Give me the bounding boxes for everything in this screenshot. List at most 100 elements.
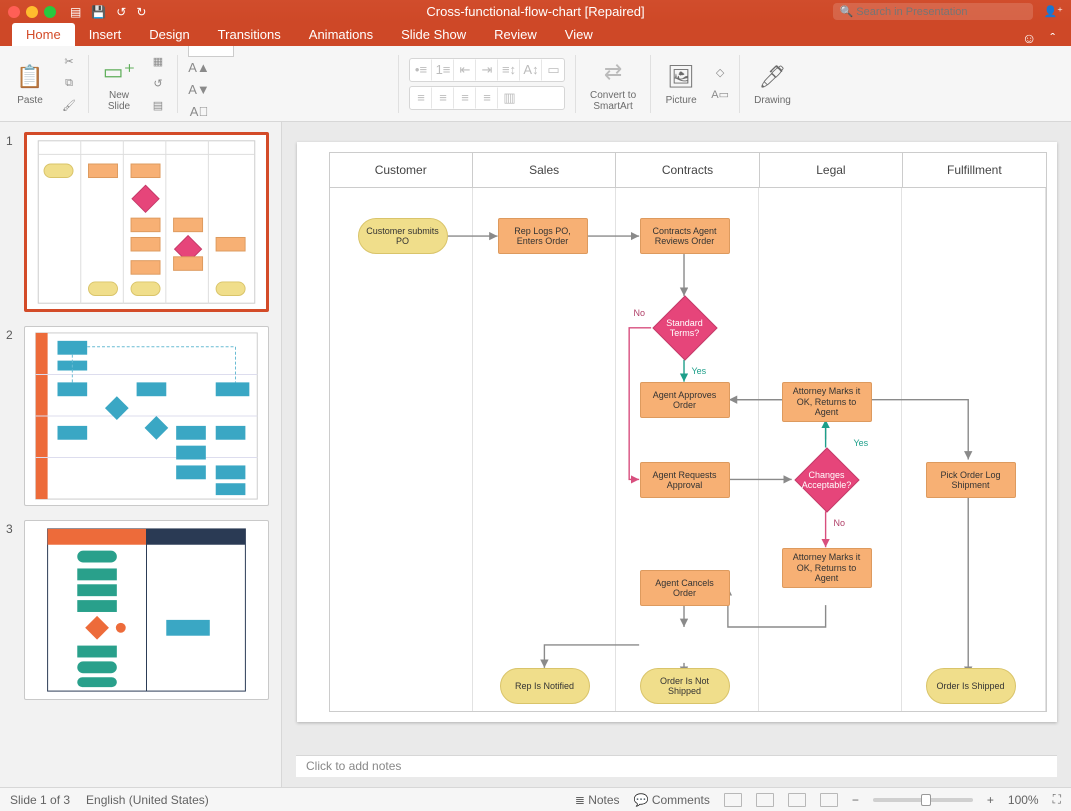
cut-icon[interactable]: ✂ <box>60 53 78 71</box>
label-yes-2: Yes <box>854 438 869 448</box>
undo-icon[interactable]: ↺ <box>116 5 126 19</box>
clear-format-icon[interactable]: A⃠ <box>188 101 210 123</box>
node-attorney-ok-2[interactable]: Attorney Marks it OK, Returns to Agent <box>782 548 872 588</box>
lane-sales <box>473 188 616 711</box>
formatpainter-icon[interactable]: 🖌 <box>60 97 78 115</box>
smartart-group[interactable]: ⇄ Convert to SmartArt <box>586 56 640 112</box>
view-sorter-icon[interactable] <box>756 793 774 807</box>
picture-label: Picture <box>666 95 697 106</box>
tab-insert[interactable]: Insert <box>75 23 136 46</box>
linespacing-icon[interactable]: ≡↕ <box>498 59 520 81</box>
text-direction-icon[interactable]: A↕ <box>520 59 542 81</box>
picture-group[interactable]: 🖼 Picture <box>661 61 701 106</box>
thumbnail-3[interactable] <box>24 520 269 700</box>
node-agent-review[interactable]: Contracts Agent Reviews Order <box>640 218 730 254</box>
bullets-icon[interactable]: •≡ <box>410 59 432 81</box>
clipboard-icon[interactable]: 📋 <box>14 61 46 93</box>
minimize-icon[interactable] <box>26 6 38 18</box>
comments-toggle[interactable]: 💬 Comments <box>634 793 710 807</box>
label-yes: Yes <box>692 366 707 376</box>
tab-review[interactable]: Review <box>480 23 551 46</box>
newslide-icon[interactable]: ▭⁺ <box>103 56 135 88</box>
align-right-icon[interactable]: ≡ <box>454 87 476 109</box>
node-attorney-ok-1[interactable]: Attorney Marks it OK, Returns to Agent <box>782 382 872 422</box>
status-language[interactable]: English (United States) <box>86 793 209 807</box>
search-input[interactable] <box>856 6 1027 18</box>
view-slideshow-icon[interactable] <box>820 793 838 807</box>
node-agent-approves[interactable]: Agent Approves Order <box>640 382 730 418</box>
smiley-icon[interactable]: ☺ <box>1022 30 1036 46</box>
zoom-icon[interactable] <box>44 6 56 18</box>
node-rep-notified[interactable]: Rep Is Notified <box>500 668 590 704</box>
notes-toggle[interactable]: ≣ Notes <box>575 793 620 807</box>
font-size[interactable] <box>188 46 234 57</box>
search-icon: 🔍 <box>839 5 856 18</box>
node-pick-order[interactable]: Pick Order Log Shipment <box>926 462 1016 498</box>
node-standard-terms[interactable]: Standard Terms? <box>651 294 719 362</box>
node-agent-cancel[interactable]: Agent Cancels Order <box>640 570 730 606</box>
zoom-out[interactable]: − <box>852 793 859 807</box>
tab-view[interactable]: View <box>551 23 607 46</box>
grow-font-icon[interactable]: A▲ <box>188 57 210 79</box>
tab-slideshow[interactable]: Slide Show <box>387 23 480 46</box>
notes-pane[interactable]: Click to add notes <box>296 755 1057 777</box>
slide-canvas[interactable]: Customer Sales Contracts Legal Fulfillme… <box>297 142 1057 722</box>
search-box[interactable]: 🔍 <box>833 3 1033 20</box>
node-agent-requests[interactable]: Agent Requests Approval <box>640 462 730 498</box>
tab-animations[interactable]: Animations <box>295 23 387 46</box>
zoom-in[interactable]: + <box>987 793 994 807</box>
thumbnail-1[interactable] <box>24 132 269 312</box>
layout-icon[interactable]: ▦ <box>149 53 167 71</box>
section-icon[interactable]: ▤ <box>149 97 167 115</box>
slide-canvas-area: Customer Sales Contracts Legal Fulfillme… <box>282 122 1071 787</box>
align-left-icon[interactable]: ≡ <box>410 87 432 109</box>
lane-header[interactable]: Legal <box>760 153 903 187</box>
main-area: 1 <box>0 122 1071 787</box>
numbering-icon[interactable]: 1≡ <box>432 59 454 81</box>
justify-icon[interactable]: ≡ <box>476 87 498 109</box>
node-shipped[interactable]: Order Is Shipped <box>926 668 1016 704</box>
zoom-value[interactable]: 100% <box>1008 793 1039 807</box>
newslide-label: New Slide <box>108 90 130 112</box>
align-text-icon[interactable]: ▭ <box>542 59 564 81</box>
lane-header[interactable]: Sales <box>473 153 616 187</box>
thumbnail-2[interactable] <box>24 326 269 506</box>
redo-icon[interactable]: ↻ <box>136 5 146 19</box>
node-rep-logs[interactable]: Rep Logs PO, Enters Order <box>498 218 588 254</box>
lane-header[interactable]: Customer <box>330 153 473 187</box>
shapes-icon[interactable]: ◇ <box>711 64 729 82</box>
align-center-icon[interactable]: ≡ <box>432 87 454 109</box>
zoom-slider[interactable] <box>873 798 973 802</box>
tab-home[interactable]: Home <box>12 23 75 46</box>
reset-icon[interactable]: ↺ <box>149 75 167 93</box>
close-icon[interactable] <box>8 6 20 18</box>
doc-icon[interactable]: ▤ <box>70 5 81 19</box>
node-changes-acceptable[interactable]: Changes Acceptable? <box>793 446 861 514</box>
save-icon[interactable]: 💾 <box>91 5 106 19</box>
view-reading-icon[interactable] <box>788 793 806 807</box>
lane-header[interactable]: Fulfillment <box>903 153 1045 187</box>
shrink-font-icon[interactable]: A▼ <box>188 79 210 101</box>
lane-header[interactable]: Contracts <box>616 153 759 187</box>
copy-icon[interactable]: ⧉ <box>60 75 78 93</box>
columns-icon[interactable]: ▥ <box>498 87 520 109</box>
status-bar: Slide 1 of 3 English (United States) ≣ N… <box>0 787 1071 811</box>
textbox-icon[interactable]: A▭ <box>711 86 729 104</box>
font-group: A▲ A▼ A⃠ B I U abc X² X₂ AV Aa A <box>188 46 388 122</box>
smartart-icon: ⇄ <box>597 56 629 88</box>
drawing-group[interactable]: 🖊 Drawing <box>750 61 795 106</box>
smartart-label: Convert to SmartArt <box>590 90 636 112</box>
node-customer-submits[interactable]: Customer submits PO <box>358 218 448 254</box>
fit-icon[interactable]: ⛶ <box>1053 792 1061 807</box>
node-not-shipped[interactable]: Order Is Not Shipped <box>640 668 730 704</box>
view-normal-icon[interactable] <box>724 793 742 807</box>
share-icon[interactable]: 👤⁺ <box>1043 5 1063 18</box>
outdent-icon[interactable]: ⇤ <box>454 59 476 81</box>
tab-transitions[interactable]: Transitions <box>204 23 295 46</box>
newslide-group: ▭⁺ New Slide <box>99 56 139 112</box>
picture-icon: 🖼 <box>665 61 697 93</box>
tab-design[interactable]: Design <box>135 23 203 46</box>
collapse-ribbon-icon[interactable]: ˆ <box>1050 30 1055 46</box>
drawing-label: Drawing <box>754 95 791 106</box>
indent-icon[interactable]: ⇥ <box>476 59 498 81</box>
